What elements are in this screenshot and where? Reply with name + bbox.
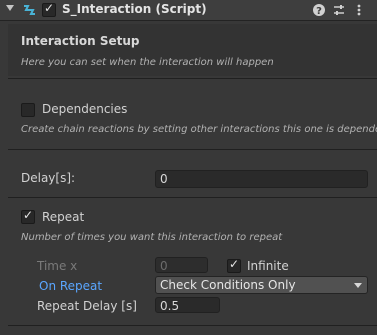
help-icon[interactable]: ? — [312, 3, 326, 17]
time-label: Time x — [37, 259, 78, 273]
repeat-delay-label: Repeat Delay [s] — [37, 299, 137, 313]
on-repeat-label: On Repeat — [39, 279, 103, 293]
repeat-checkbox[interactable] — [21, 208, 35, 224]
preset-icon[interactable] — [332, 3, 346, 17]
on-repeat-dropdown[interactable]: Check Conditions Only — [155, 276, 368, 294]
delay-input[interactable]: 0 — [155, 170, 368, 188]
dependencies-checkbox[interactable] — [21, 103, 35, 117]
section-divider — [8, 197, 377, 198]
delay-label: Delay[s]: — [21, 171, 76, 185]
on-repeat-value: Check Conditions Only — [160, 278, 296, 292]
repeat-label: Repeat — [42, 210, 85, 224]
component-title: S_Interaction (Script) — [62, 2, 207, 16]
section-divider — [8, 325, 377, 326]
interaction-setup-section — [8, 24, 377, 76]
dependencies-description: Create chain reactions by setting other … — [21, 124, 377, 135]
dependencies-label: Dependencies — [42, 102, 128, 116]
repeat-description: Number of times you want this interactio… — [21, 232, 283, 243]
infinite-checkbox[interactable] — [227, 257, 241, 273]
section-divider — [8, 149, 377, 150]
more-options-icon[interactable] — [352, 3, 366, 17]
section-divider — [8, 78, 377, 79]
interaction-setup-heading: Interaction Setup — [21, 34, 140, 48]
script-icon — [21, 2, 37, 18]
repeat-delay-input[interactable]: 0.5 — [155, 297, 220, 313]
svg-text:?: ? — [316, 6, 322, 17]
foldout-arrow-icon[interactable] — [6, 5, 14, 11]
infinite-label: Infinite — [247, 259, 289, 273]
time-input[interactable]: 0 — [155, 257, 208, 273]
chevron-down-icon — [354, 283, 362, 288]
component-enabled-checkbox[interactable] — [42, 1, 56, 17]
interaction-setup-description: Here you can set when the interaction wi… — [21, 57, 274, 68]
